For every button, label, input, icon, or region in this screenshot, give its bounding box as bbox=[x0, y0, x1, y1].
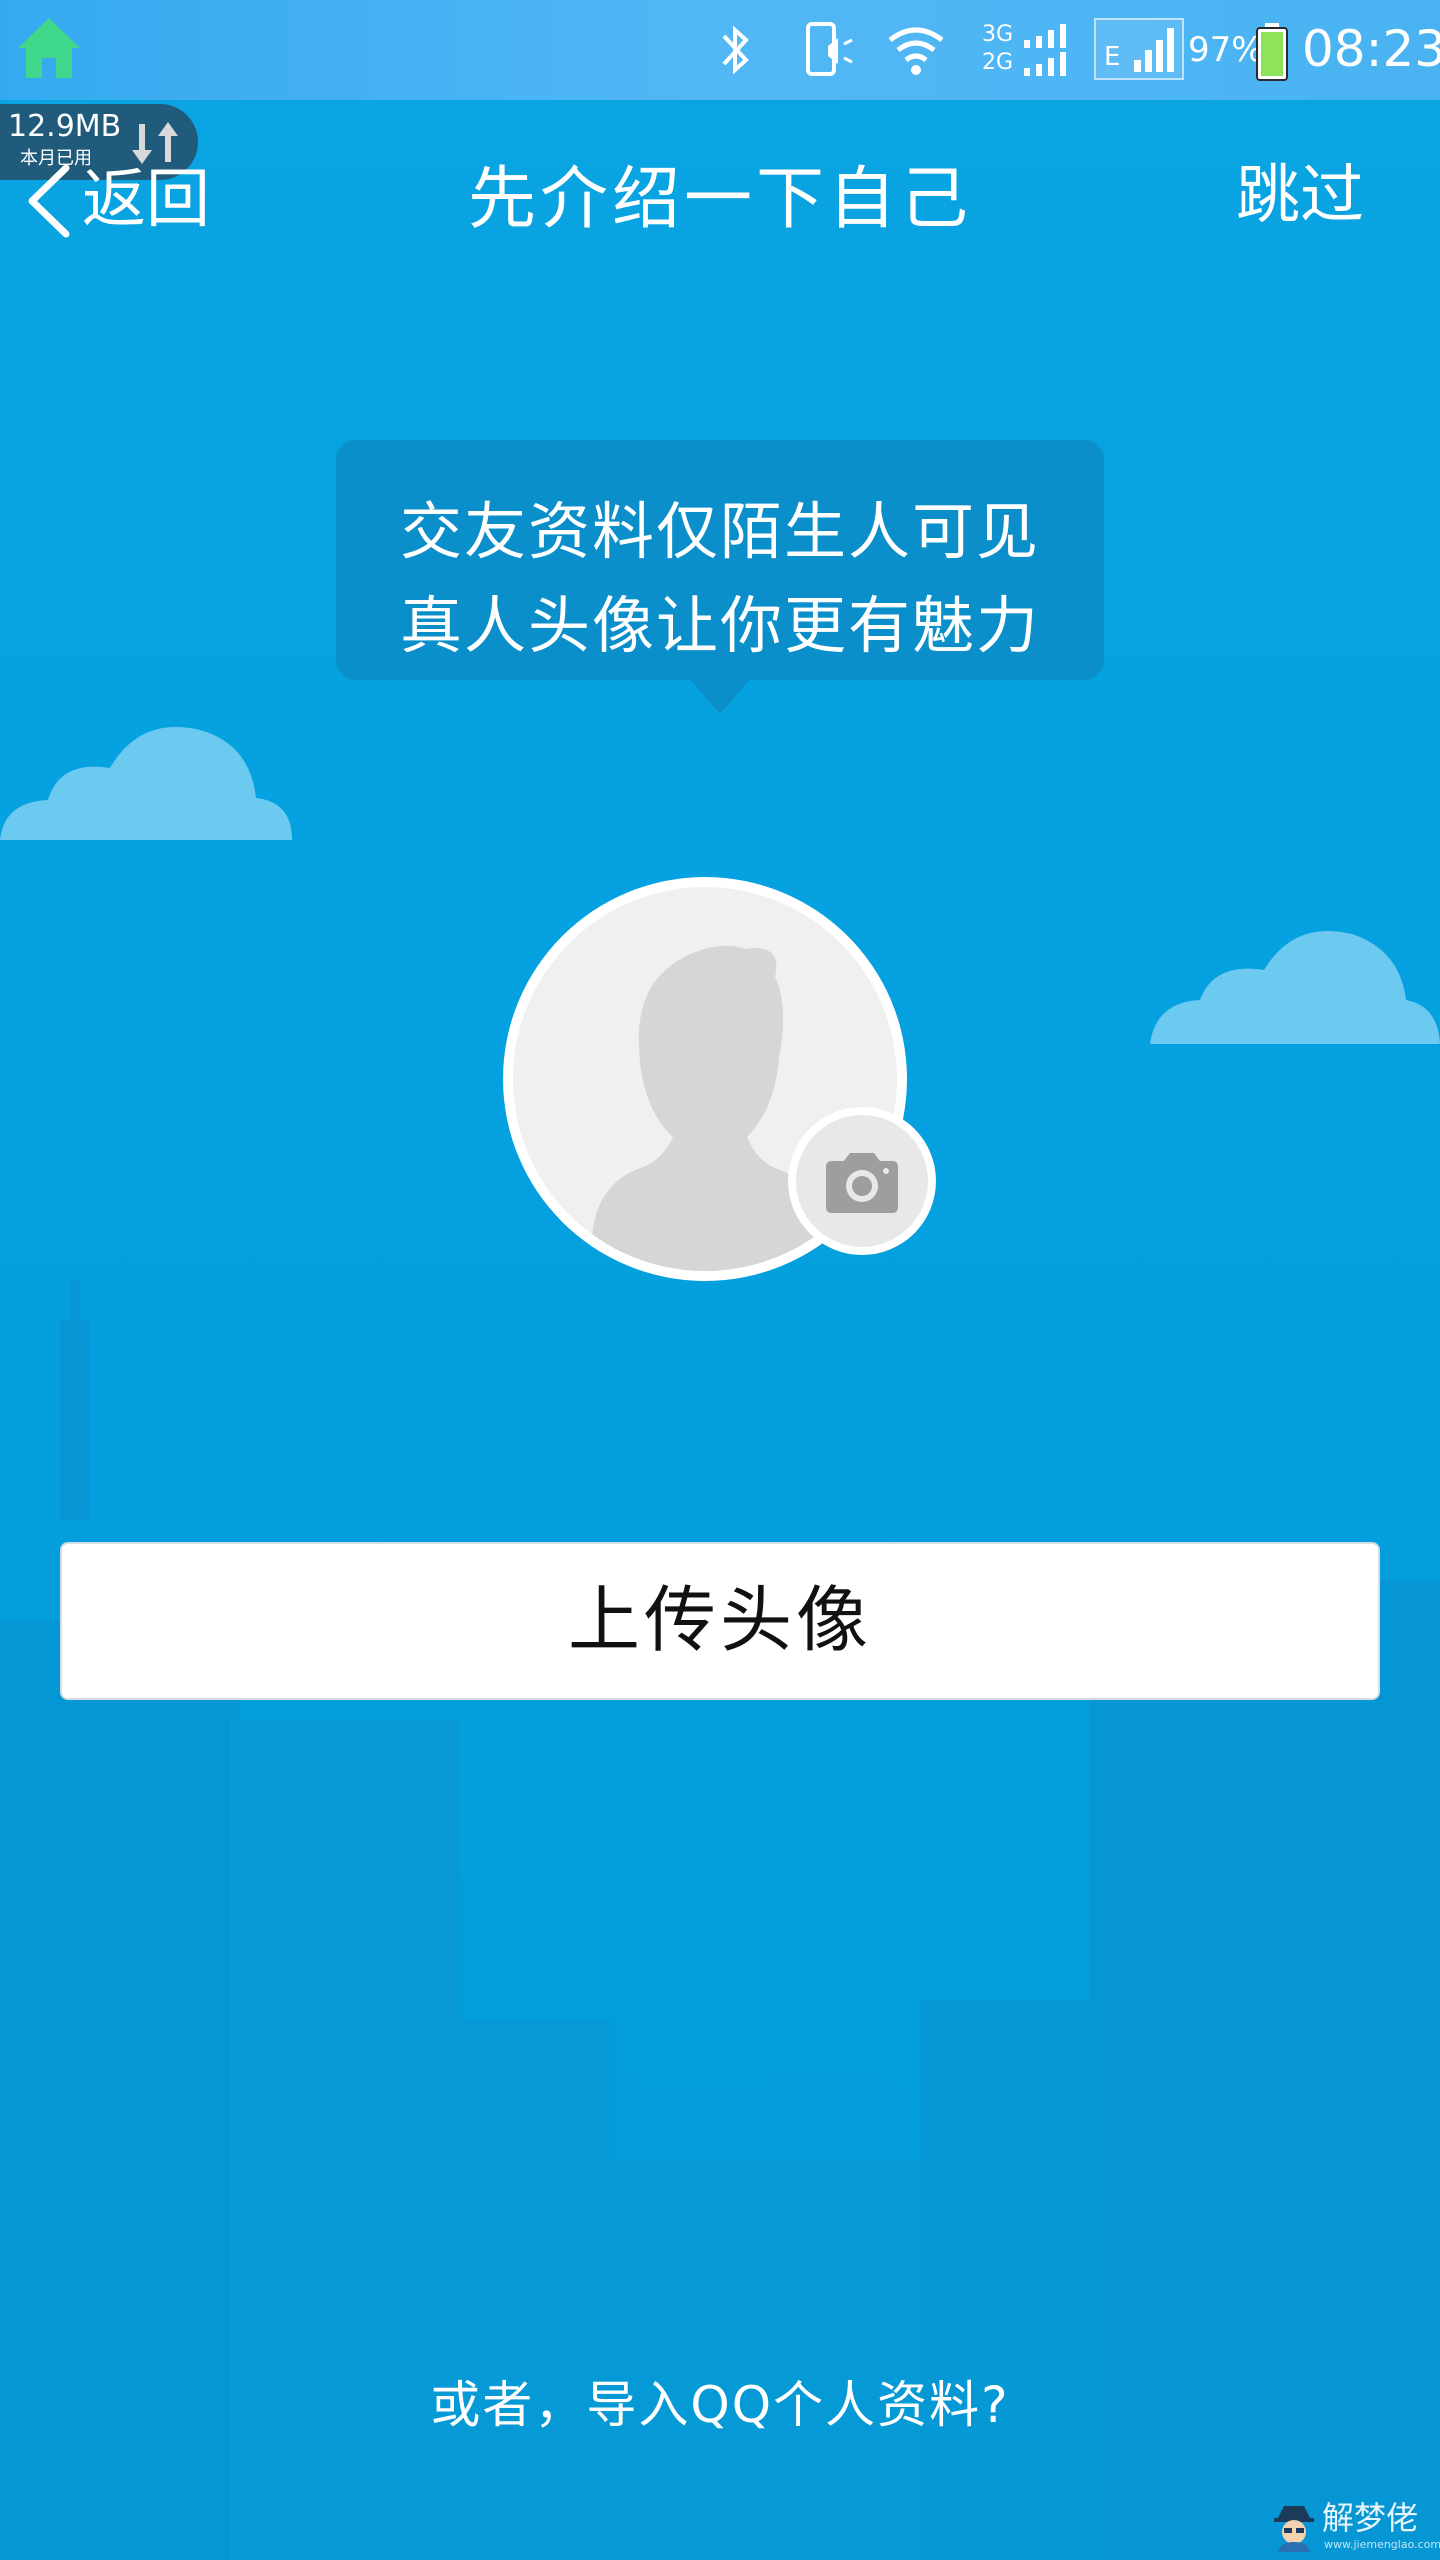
bluetooth-icon bbox=[722, 25, 749, 75]
camera-button-inner bbox=[796, 1115, 928, 1247]
bubble-line-1: 交友资料仅陌生人可见 bbox=[399, 495, 1040, 568]
mobile-signal-icon: E bbox=[1094, 18, 1184, 80]
watermark-text: 解梦佬 bbox=[1322, 2499, 1419, 2537]
skyline-background bbox=[0, 1280, 1440, 2560]
back-button[interactable]: 返回 bbox=[20, 150, 230, 250]
watermark: 解梦佬 www.jiemenglao.com bbox=[1266, 2496, 1440, 2556]
chevron-left-icon bbox=[28, 164, 70, 238]
cloud-left bbox=[0, 727, 292, 840]
dual-sim-signal-icon: 3G 2G bbox=[982, 22, 1074, 82]
skip-button[interactable]: 跳过 bbox=[1236, 156, 1396, 242]
status-bar: 3G 2G E 97% 08:23 bbox=[0, 0, 1440, 100]
network-2g-label: 2G bbox=[982, 50, 1014, 75]
battery-icon bbox=[1256, 23, 1288, 81]
bubble-line-2: 真人头像让你更有魅力 bbox=[399, 589, 1040, 662]
wifi-icon bbox=[888, 27, 944, 75]
import-qq-profile-link[interactable]: 或者，导入QQ个人资料? bbox=[320, 2372, 1120, 2438]
camera-icon bbox=[826, 1153, 898, 1213]
network-3g-label: 3G bbox=[982, 22, 1014, 47]
info-bubble: 交友资料仅陌生人可见 真人头像让你更有魅力 bbox=[336, 440, 1104, 680]
page-title: 先介绍一下自己 bbox=[467, 160, 972, 239]
watermark-url: www.jiemenglao.com bbox=[1324, 2538, 1440, 2551]
vibrate-icon bbox=[806, 22, 853, 76]
watermark-logo-icon bbox=[1274, 2506, 1314, 2552]
camera-button[interactable] bbox=[788, 1107, 936, 1255]
battery-percent: 97% bbox=[1188, 30, 1264, 70]
back-label: 返回 bbox=[82, 163, 210, 237]
network-e-label: E bbox=[1104, 42, 1121, 72]
home-icon[interactable] bbox=[14, 14, 84, 84]
status-clock: 08:23 bbox=[1302, 20, 1440, 78]
cloud-right bbox=[1150, 930, 1440, 1044]
screen: 3G 2G E 97% 08:23 12.9MB 本月已用 返回 先介绍一下自己… bbox=[0, 0, 1440, 2560]
data-usage-amount: 12.9MB bbox=[8, 109, 122, 144]
bubble-tail bbox=[690, 680, 750, 714]
upload-avatar-button[interactable]: 上传头像 bbox=[60, 1542, 1380, 1700]
